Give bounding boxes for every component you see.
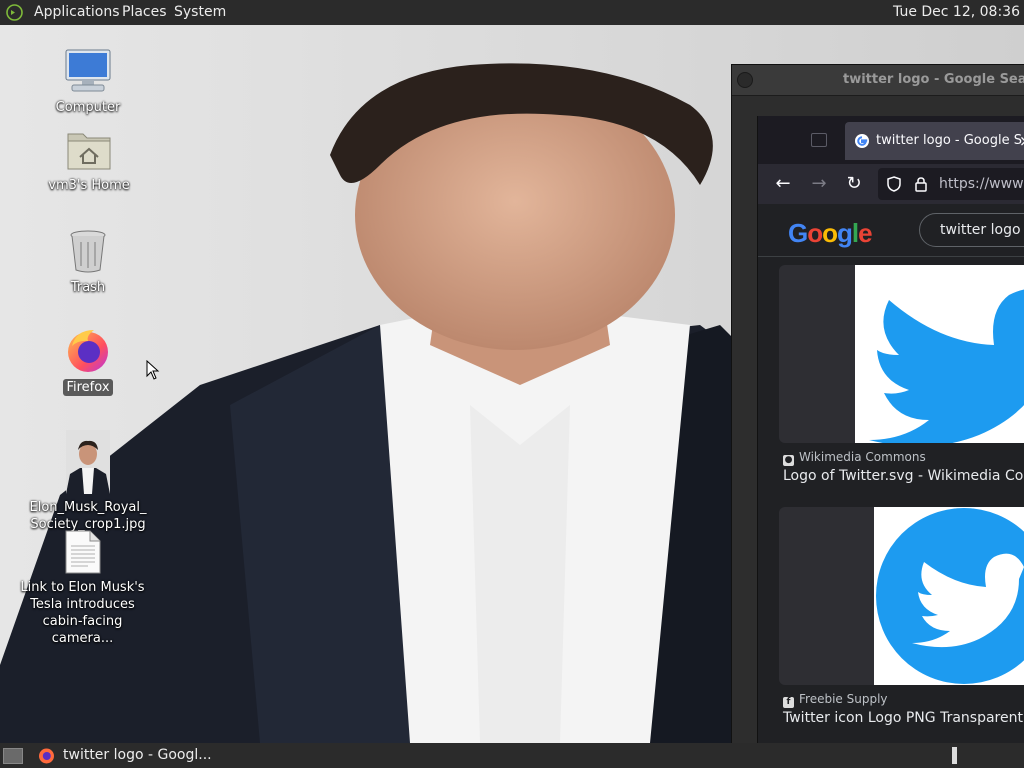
result-source-1[interactable]: ● Wikimedia Commons <box>783 450 926 466</box>
google-favicon-icon <box>855 134 869 148</box>
image-thumbnail-icon <box>66 430 110 494</box>
desktop-icon-label: vm3's Home <box>48 178 130 193</box>
twitter-bird-icon <box>869 289 1024 443</box>
result-source-text: Freebie Supply <box>799 692 888 706</box>
window-title: twitter logo - Google Search - <box>843 72 1024 87</box>
url-text: https://www <box>939 176 1024 192</box>
show-desktop-icon[interactable] <box>3 748 23 764</box>
desktop-icon-label-line: Elon_Musk_Royal_ <box>29 500 147 515</box>
mouse-cursor-icon <box>146 360 160 380</box>
desktop-icon-label: Trash <box>70 280 106 295</box>
window-menu-button[interactable] <box>737 72 753 88</box>
twitter-circle-logo-icon <box>876 508 1024 684</box>
desktop-icon-home[interactable]: vm3's Home <box>44 128 134 194</box>
tab-google-search[interactable]: twitter logo - Google S × <box>845 122 1024 160</box>
firefox-icon <box>39 748 54 764</box>
freebie-supply-favicon-icon: f <box>783 697 794 708</box>
distro-logo-icon[interactable] <box>6 4 23 21</box>
image-results: ● Wikimedia Commons Logo of Twitter.svg -… <box>758 257 1024 744</box>
bottom-taskbar: twitter logo - Googl... <box>0 743 1024 768</box>
window-titlebar[interactable]: twitter logo - Google Search - <box>732 65 1024 96</box>
tab-list-icon[interactable] <box>811 133 827 147</box>
firefox-window[interactable]: twitter logo - Google S × ← → ↻ https://… <box>757 116 1024 744</box>
google-search-input[interactable]: twitter logo <box>919 213 1024 247</box>
desktop-icon-label: Firefox <box>63 379 113 396</box>
system-menu[interactable]: System <box>174 0 226 25</box>
applications-menu[interactable]: Applications <box>34 0 120 25</box>
clock[interactable]: Tue Dec 12, 08:36 <box>893 0 1020 25</box>
result-source-2[interactable]: f Freebie Supply <box>783 692 888 708</box>
navigation-bar: ← → ↻ https://www <box>758 164 1024 205</box>
url-bar[interactable]: https://www <box>878 168 1024 200</box>
desktop-icon-computer[interactable]: Computer <box>48 48 128 116</box>
places-menu[interactable]: Places <box>122 0 167 25</box>
google-header: Google twitter logo <box>758 204 1024 257</box>
text-document-icon <box>65 530 100 574</box>
firefox-icon <box>68 330 108 372</box>
desktop-icon-label-line: Link to Elon Musk's <box>20 580 145 595</box>
result-title-1[interactable]: Logo of Twitter.svg - Wikimedia Commo <box>783 468 1024 484</box>
desktop-icon-label-line: Tesla introduces <box>30 597 135 612</box>
taskbar-window-title: twitter logo - Googl... <box>63 747 212 763</box>
tab-close-icon[interactable]: × <box>1019 122 1024 160</box>
google-logo[interactable]: Google <box>788 218 873 249</box>
desktop-icon-link-file[interactable]: Link to Elon Musk's Tesla introduces cab… <box>10 530 155 647</box>
home-folder-icon <box>67 133 111 170</box>
result-image-2[interactable] <box>779 507 1024 685</box>
tab-title: twitter logo - Google S <box>876 133 1022 148</box>
tab-bar: twitter logo - Google S × <box>758 116 1024 164</box>
trash-icon <box>70 230 106 273</box>
result-title-2[interactable]: Twitter icon Logo PNG Transparent & S <box>783 710 1024 726</box>
tracking-protection-shield-icon[interactable] <box>886 176 902 192</box>
top-panel: Applications Places System Tue Dec 12, 0… <box>0 0 1024 25</box>
desktop-icon-label-line: cabin-facing camera... <box>42 614 123 646</box>
back-arrow-icon[interactable]: ← <box>771 172 795 196</box>
monitor-icon <box>65 49 111 92</box>
result-image-1[interactable] <box>779 265 1024 443</box>
wikimedia-favicon-icon: ● <box>783 455 794 466</box>
reload-icon[interactable]: ↻ <box>842 172 866 196</box>
result-source-text: Wikimedia Commons <box>799 450 926 464</box>
desktop-icon-firefox[interactable]: Firefox <box>48 326 128 396</box>
workspace-switcher[interactable] <box>952 747 957 764</box>
lock-icon[interactable] <box>913 176 929 192</box>
forward-arrow-icon[interactable]: → <box>807 172 831 196</box>
desktop-icon-elon-photo[interactable]: Elon_Musk_Royal_ Society_crop1.jpg <box>28 430 148 533</box>
desktop-icon-trash[interactable]: Trash <box>48 228 128 296</box>
desktop-icon-label: Computer <box>55 100 121 115</box>
